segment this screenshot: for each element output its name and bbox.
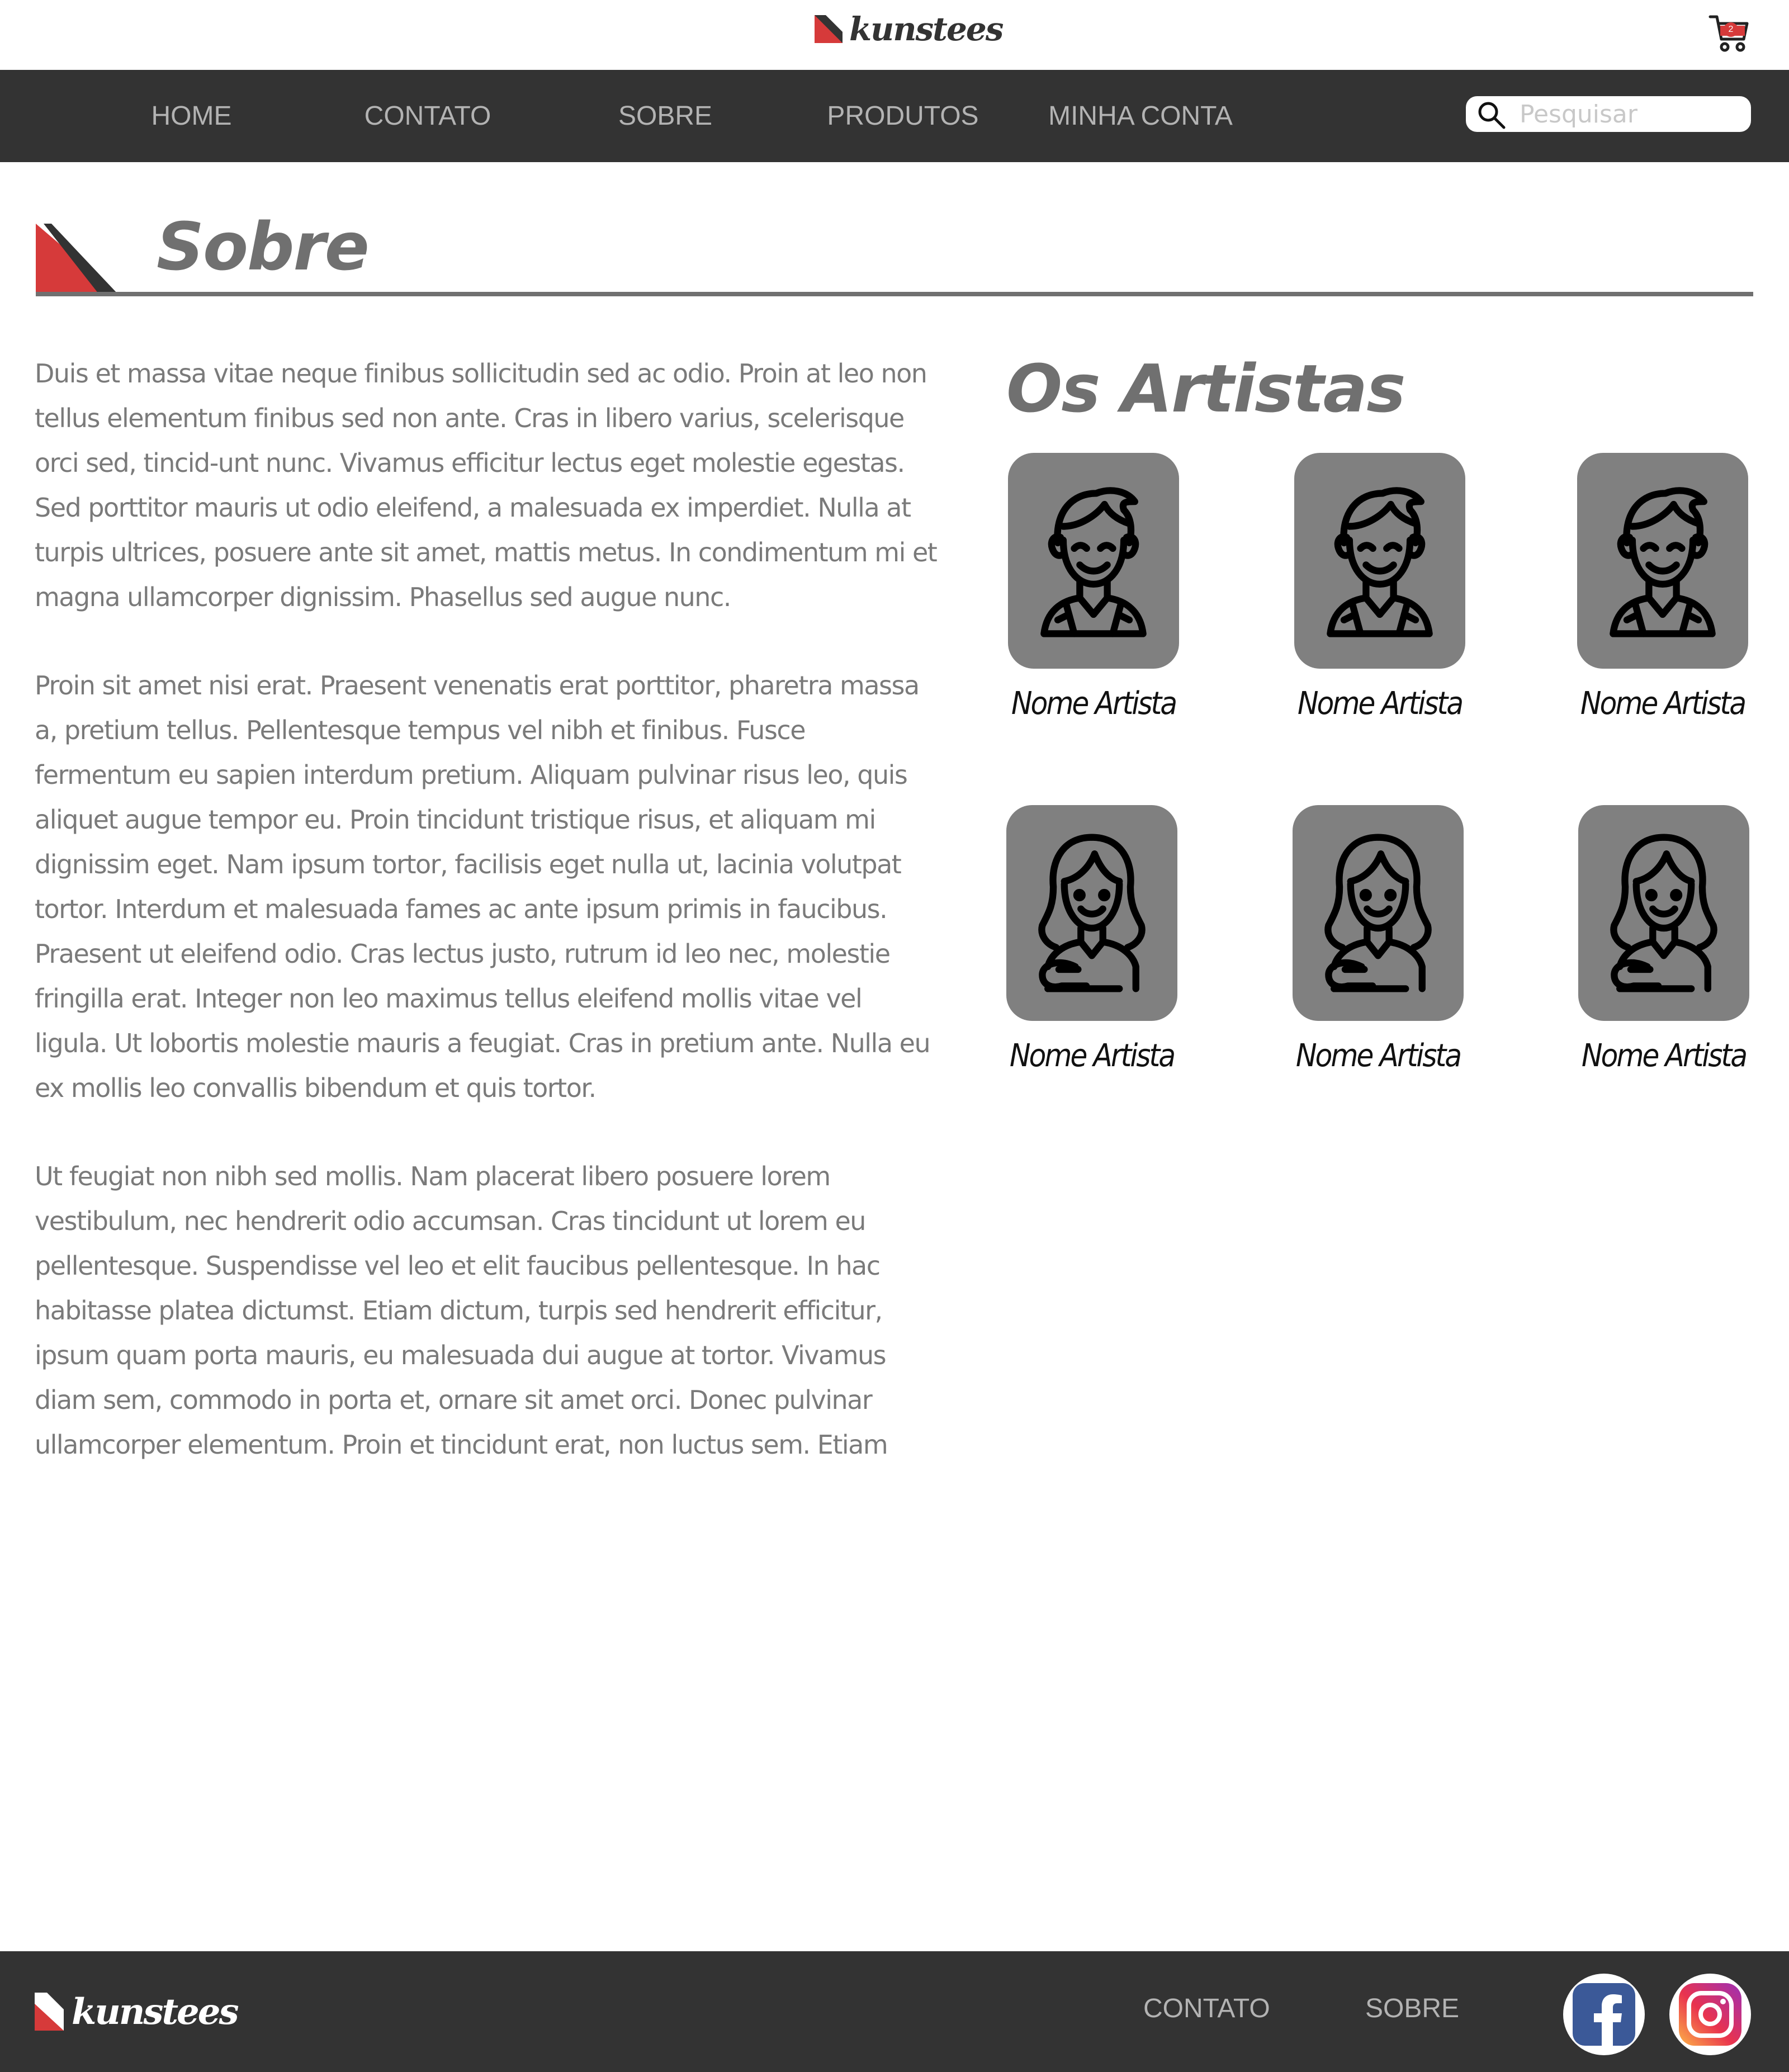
footer-link-contato[interactable]: CONTATO — [1143, 1993, 1270, 2024]
footer-link-sobre[interactable]: SOBRE — [1365, 1993, 1459, 2024]
kunstees-logo-mark-icon — [815, 15, 843, 43]
page-title: Sobre — [157, 208, 370, 285]
footer — [0, 1951, 1789, 2072]
male-artist-avatar-icon — [1593, 471, 1733, 650]
footer-brand-name: kunstees — [72, 1990, 239, 2033]
female-artist-avatar-icon — [1022, 824, 1162, 1002]
artist-card[interactable]: Nome Artista — [1294, 453, 1468, 722]
artist-name[interactable]: Nome Artista — [1293, 1038, 1464, 1074]
nav-item-produtos[interactable]: PRODUTOS — [822, 70, 984, 162]
artist-card[interactable]: Nome Artista — [1578, 805, 1752, 1074]
about-paragraph-2: Proin sit amet nisi erat. Praesent venen… — [35, 670, 931, 1103]
artist-avatar[interactable] — [1293, 805, 1464, 1021]
artist-card[interactable]: Nome Artista — [1293, 805, 1466, 1074]
artist-avatar[interactable] — [1577, 453, 1748, 669]
kunstees-logo-mark-icon — [35, 1993, 64, 2031]
footer-logo[interactable]: kunstees — [35, 1990, 239, 2033]
artist-name[interactable]: Nome Artista — [1008, 685, 1179, 722]
female-artist-avatar-icon — [1308, 824, 1448, 1002]
search-box[interactable] — [1466, 96, 1751, 132]
title-divider — [36, 292, 1753, 296]
nav-item-minha-conta[interactable]: MINHA CONTA — [1045, 70, 1236, 162]
nav-item-sobre[interactable]: SOBRE — [609, 70, 721, 162]
artist-name[interactable]: Nome Artista — [1578, 1038, 1749, 1074]
male-artist-avatar-icon — [1024, 471, 1163, 650]
search-icon[interactable] — [1476, 100, 1507, 131]
artist-avatar[interactable] — [1294, 453, 1465, 669]
artist-name[interactable]: Nome Artista — [1294, 685, 1465, 722]
brand-name: kunstees — [849, 10, 1004, 48]
about-paragraph-3: Ut feugiat non nibh sed mollis. Nam plac… — [35, 1161, 888, 1460]
artist-avatar[interactable] — [1006, 805, 1177, 1021]
nav-item-home[interactable]: HOME — [140, 70, 243, 162]
artist-avatar[interactable] — [1008, 453, 1179, 669]
about-paragraph-1: Duis et massa vitae neque finibus sollic… — [35, 358, 938, 612]
header-logo[interactable]: kunstees — [815, 10, 1004, 48]
facebook-button[interactable] — [1563, 1974, 1645, 2055]
section-corner-icon — [36, 224, 117, 294]
instagram-icon — [1679, 1983, 1741, 2046]
artist-avatar[interactable] — [1578, 805, 1749, 1021]
artist-card[interactable]: Nome Artista — [1006, 805, 1180, 1074]
instagram-button[interactable] — [1669, 1974, 1751, 2055]
male-artist-avatar-icon — [1310, 471, 1450, 650]
artist-card[interactable]: Nome Artista — [1577, 453, 1750, 722]
artist-name[interactable]: Nome Artista — [1577, 685, 1748, 722]
artist-card[interactable]: Nome Artista — [1008, 453, 1181, 722]
artist-name[interactable]: Nome Artista — [1006, 1038, 1177, 1074]
nav-item-contato[interactable]: CONTATO — [358, 70, 498, 162]
cart-count-badge: 2 — [1724, 22, 1738, 37]
female-artist-avatar-icon — [1594, 824, 1734, 1002]
search-input[interactable] — [1520, 98, 1743, 130]
artists-title: Os Artistas — [1006, 350, 1406, 427]
facebook-icon — [1573, 1983, 1635, 2046]
about-text: Duis et massa vitae neque finibus sollic… — [35, 351, 940, 1511]
